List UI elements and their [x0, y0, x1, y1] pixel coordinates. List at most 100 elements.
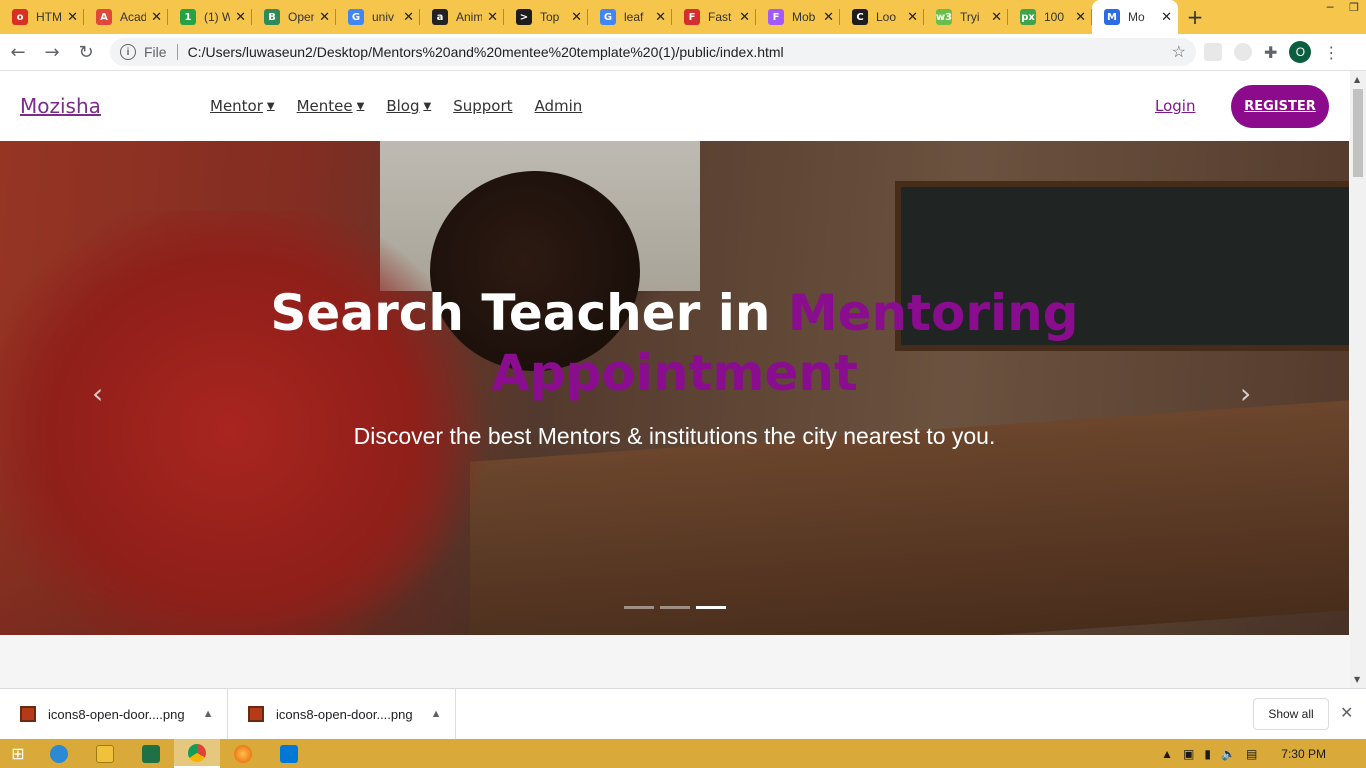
scroll-up-icon[interactable]: ▲ [1354, 75, 1360, 84]
browser-tab[interactable]: F Mob ✕ [756, 0, 840, 34]
tab-favicon-icon: w3 [936, 9, 952, 25]
site-info-icon[interactable]: i [120, 44, 136, 60]
tab-favicon-icon: A [96, 9, 112, 25]
profile-avatar[interactable]: O [1289, 41, 1312, 63]
excel-taskbar-icon[interactable] [128, 739, 174, 768]
close-tab-icon[interactable]: ✕ [823, 10, 834, 25]
carousel-prev-icon[interactable]: ‹ [92, 377, 103, 410]
tab-title: Mob [792, 10, 816, 24]
site-logo[interactable]: Mozisha [20, 94, 101, 118]
tab-favicon-icon: 1 [180, 9, 196, 25]
show-all-button[interactable]: Show all [1253, 698, 1329, 730]
close-tab-icon[interactable]: ✕ [67, 10, 78, 25]
chevron-up-icon[interactable]: ▲ [203, 708, 214, 720]
browser-tab[interactable]: A Academia ✕ [84, 0, 168, 34]
menu-kebab-icon[interactable]: ⋮ [1323, 43, 1339, 62]
extension-icon[interactable] [1204, 43, 1222, 61]
network-icon[interactable]: ▣ [1183, 747, 1194, 761]
browser-tab[interactable]: Gleaf ✕ [588, 0, 672, 34]
browser-tab[interactable]: 1 (1) W ✕ [168, 0, 252, 34]
minimize-button[interactable]: ─ [1318, 0, 1342, 18]
scroll-thumb[interactable] [1353, 89, 1363, 177]
download-item[interactable]: icons8-open-door....png ▲ [228, 688, 456, 740]
extension-icon[interactable] [1234, 43, 1252, 61]
page-scrollbar[interactable]: ▲ ▼ [1350, 71, 1366, 688]
firefox-taskbar-icon[interactable] [220, 739, 266, 768]
close-tab-icon[interactable]: ✕ [739, 10, 750, 25]
ie-taskbar-icon[interactable] [36, 739, 82, 768]
file-explorer-taskbar-icon[interactable] [82, 739, 128, 768]
carousel-indicator[interactable] [624, 606, 654, 609]
new-tab-button[interactable]: + [1178, 0, 1212, 34]
browser-tab[interactable]: Guniv ✕ [336, 0, 420, 34]
tray-chevron-icon[interactable]: ▲ [1161, 747, 1173, 761]
browser-tab[interactable]: > Top ✕ [504, 0, 588, 34]
hero-title-line2: Appointment [491, 344, 858, 402]
browser-tab[interactable]: px 100 ✕ [1008, 0, 1092, 34]
forward-button[interactable]: → [36, 36, 68, 68]
hero-carousel: Search Teacher in Mentoring Appointment … [0, 141, 1349, 635]
close-tab-icon[interactable]: ✕ [907, 10, 918, 25]
close-tab-icon[interactable]: ✕ [403, 10, 414, 25]
carousel-indicator[interactable] [660, 606, 690, 609]
windows-start-icon[interactable]: ⊞ [0, 744, 36, 763]
hero-title-highlight: Mentoring [787, 284, 1079, 342]
divider [176, 44, 178, 60]
nav-item-blog[interactable]: Blog ▼ [386, 97, 431, 115]
browser-tab[interactable]: w3 Tryi ✕ [924, 0, 1008, 34]
chrome-taskbar-icon[interactable] [174, 739, 220, 768]
page-viewport: Mozisha Mentor ▼ Mentee ▼ Blog ▼ Support Admin … [0, 71, 1366, 688]
close-tab-icon[interactable]: ✕ [571, 10, 582, 25]
url-text[interactable]: C:/Users/luwaseun2/Desktop/Mentors%20and… [188, 44, 1172, 60]
close-tab-icon[interactable]: ✕ [655, 10, 666, 25]
close-tab-icon[interactable]: ✕ [487, 10, 498, 25]
browser-tab[interactable]: o HTML ✕ [0, 0, 84, 34]
nav-item-mentor[interactable]: Mentor ▼ [210, 97, 275, 115]
register-button[interactable]: REGISTER [1231, 85, 1329, 128]
tab-title: Top [540, 10, 560, 24]
tab-title: Mo [1128, 10, 1145, 24]
nav-item-mentee[interactable]: Mentee ▼ [297, 97, 365, 115]
close-downloads-icon[interactable]: ✕ [1340, 703, 1353, 723]
tab-active[interactable]: M Mo ✕ [1092, 0, 1178, 34]
download-item[interactable]: icons8-open-door....png ▲ [0, 688, 228, 740]
browser-tab[interactable]: F Fast ✕ [672, 0, 756, 34]
browser-tab[interactable]: a Anim ✕ [420, 0, 504, 34]
scroll-down-icon[interactable]: ▼ [1354, 675, 1360, 684]
chevron-down-icon: ▼ [266, 100, 275, 112]
clock[interactable]: 7:30 PM [1281, 747, 1326, 761]
bookmark-star-icon[interactable]: ☆ [1172, 42, 1186, 62]
main-menu: Mentor ▼ Mentee ▼ Blog ▼ Support Admin [210, 97, 582, 115]
battery-icon[interactable]: ▮ [1204, 747, 1211, 761]
carousel-next-icon[interactable]: › [1240, 377, 1251, 410]
chevron-up-icon[interactable]: ▲ [431, 708, 442, 720]
login-link[interactable]: Login [1155, 97, 1195, 115]
back-button[interactable]: ← [2, 36, 34, 68]
close-tab-icon[interactable]: ✕ [319, 10, 330, 25]
tab-title: 100 [1044, 10, 1065, 24]
tab-title: Open [288, 10, 314, 24]
tab-title: Academia [120, 10, 146, 24]
nav-item-label: Mentor [210, 97, 263, 115]
system-tray: ▲ ▣ ▮ 🔈 ▤ 7:30 PM [1161, 739, 1366, 768]
tab-title: Fast [708, 10, 732, 24]
carousel-indicator[interactable] [696, 606, 726, 609]
nav-item-admin[interactable]: Admin [535, 97, 583, 115]
close-tab-icon[interactable]: ✕ [235, 10, 246, 25]
extensions-puzzle-icon[interactable]: ✚ [1264, 43, 1277, 62]
address-bar[interactable]: i File C:/Users/luwaseun2/Desktop/Mentor… [110, 38, 1196, 66]
volume-icon[interactable]: 🔈 [1221, 747, 1236, 761]
nav-item-support[interactable]: Support [453, 97, 512, 115]
close-tab-icon[interactable]: ✕ [151, 10, 162, 25]
vscode-taskbar-icon[interactable] [266, 739, 312, 768]
close-tab-icon[interactable]: ✕ [991, 10, 1002, 25]
nav-item-label: Blog [386, 97, 420, 115]
reload-button[interactable]: ↻ [70, 36, 102, 68]
notification-icon[interactable]: ▤ [1246, 747, 1257, 761]
close-tab-icon[interactable]: ✕ [1161, 10, 1172, 25]
browser-tab[interactable]: C Loo ✕ [840, 0, 924, 34]
browser-tab[interactable]: B Open ✕ [252, 0, 336, 34]
download-filename: icons8-open-door....png [48, 706, 185, 722]
maximize-button[interactable]: ❐ [1342, 0, 1366, 18]
close-tab-icon[interactable]: ✕ [1075, 10, 1086, 25]
